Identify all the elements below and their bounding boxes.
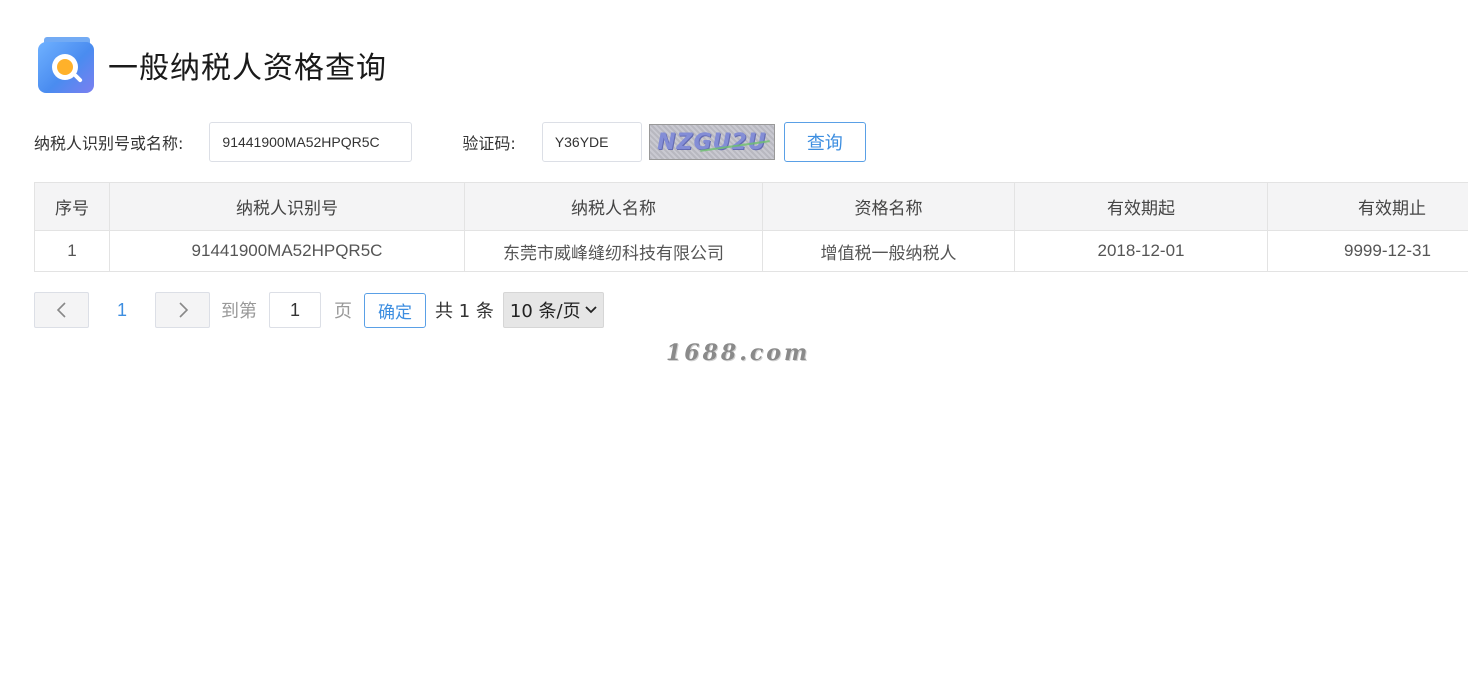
column-header-valid-to: 有效期止 [1267,182,1468,231]
column-header-index: 序号 [34,182,110,231]
watermark: 1688.com [666,340,811,366]
captcha-label: 验证码: [462,134,516,153]
captcha-input[interactable]: Y36YDE [541,122,642,162]
pagination: 1 到第 1 页 确定 共 1 条 10 条/页 [34,292,604,328]
chevron-left-icon [56,302,66,318]
prev-page-button[interactable] [34,292,89,328]
total-count: 共 1 条 [435,301,494,322]
table-row: 1 91441900MA52HPQR5C 东莞市威峰缝纫科技有限公司 增值税一般… [34,230,1468,272]
document-search-icon [38,37,94,93]
column-header-valid-from: 有效期起 [1014,182,1268,231]
page-title: 一般纳税人资格查询 [108,51,387,86]
next-page-button[interactable] [155,292,210,328]
page-number-current[interactable]: 1 [89,300,155,321]
cell-valid-to: 9999-12-31 [1267,230,1468,272]
tax-id-label: 纳税人识别号或名称: [34,134,184,153]
table-header-row: 序号 纳税人识别号 纳税人名称 资格名称 有效期起 有效期止 [34,182,1468,231]
cell-valid-from: 2018-12-01 [1014,230,1268,272]
page-header: 一般纳税人资格查询 [38,36,387,94]
page-unit-label: 页 [334,301,352,322]
chevron-right-icon [178,302,188,318]
cell-name: 东莞市威峰缝纫科技有限公司 [464,230,763,272]
results-table: 序号 纳税人识别号 纳税人名称 资格名称 有效期起 有效期止 1 9144190… [34,182,1468,272]
column-header-tax-id: 纳税人识别号 [109,182,465,231]
cell-index: 1 [34,230,110,272]
chevron-down-icon [585,306,597,314]
query-button[interactable]: 查询 [783,122,866,162]
confirm-button[interactable]: 确定 [364,292,426,328]
search-form: 纳税人识别号或名称: 91441900MA52HPQR5C 验证码: Y36YD… [34,122,866,162]
page-size-select[interactable]: 10 条/页 [502,292,604,328]
column-header-qualification: 资格名称 [762,182,1015,231]
cell-tax-id: 91441900MA52HPQR5C [109,230,465,272]
goto-label: 到第 [221,301,257,322]
cell-qualification: 增值税一般纳税人 [762,230,1015,272]
page-size-value: 10 条/页 [509,301,581,322]
tax-id-input[interactable]: 91441900MA52HPQR5C [209,122,413,162]
captcha-image[interactable]: NZGU2U [648,124,775,160]
goto-page-input[interactable]: 1 [269,292,321,328]
column-header-name: 纳税人名称 [464,182,763,231]
